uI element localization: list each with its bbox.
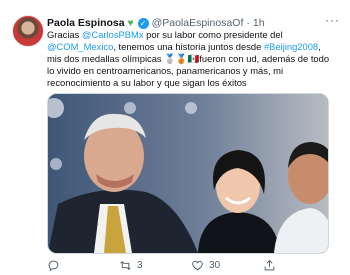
tweet-actions: 3 30	[47, 258, 337, 272]
author-handle[interactable]: @PaolaEspinosaOf	[152, 17, 244, 29]
author-avatar[interactable]	[12, 15, 44, 47]
reply-button[interactable]	[47, 259, 119, 272]
more-dots-icon[interactable]: ···	[325, 13, 340, 27]
verified-badge-icon: ✓	[137, 17, 149, 29]
like-button[interactable]: 30	[191, 259, 263, 272]
photo-icon	[48, 94, 328, 253]
hashtag-link[interactable]: #Beijing2008	[264, 41, 318, 52]
reply-icon	[48, 260, 59, 271]
mexico-flag-emoji: 🇲🇽	[187, 53, 200, 64]
heart-icon	[192, 260, 203, 270]
share-button[interactable]	[263, 259, 335, 272]
text-part: Gracias	[47, 29, 82, 40]
tweet-text: Gracias @CarlosPBMx por su labor como pr…	[47, 29, 337, 89]
green-heart-icon: ♥	[127, 17, 134, 29]
mention-link[interactable]: @COM_Mexico	[47, 41, 113, 52]
author-name[interactable]: Paola Espinosa	[47, 17, 125, 29]
text-part: , tenemos una historia juntos desde	[113, 41, 264, 52]
share-icon	[264, 259, 275, 270]
mention-link[interactable]: @CarlosPBMx	[82, 29, 144, 40]
medal-emojis: 🥈🥉	[164, 53, 188, 64]
tweet-card[interactable]: Paola Espinosa ♥ ✓ @PaolaEspinosaOf · 1h…	[0, 0, 350, 275]
tweet-photo[interactable]	[47, 93, 329, 254]
separator-dot: ·	[246, 17, 250, 29]
like-count: 30	[209, 259, 221, 271]
retweet-count: 3	[137, 259, 143, 271]
retweet-button[interactable]: 3	[119, 259, 191, 272]
retweet-icon	[120, 260, 131, 270]
text-part: por su labor como presidente del	[143, 29, 283, 40]
tweet-time[interactable]: 1h	[253, 17, 265, 29]
